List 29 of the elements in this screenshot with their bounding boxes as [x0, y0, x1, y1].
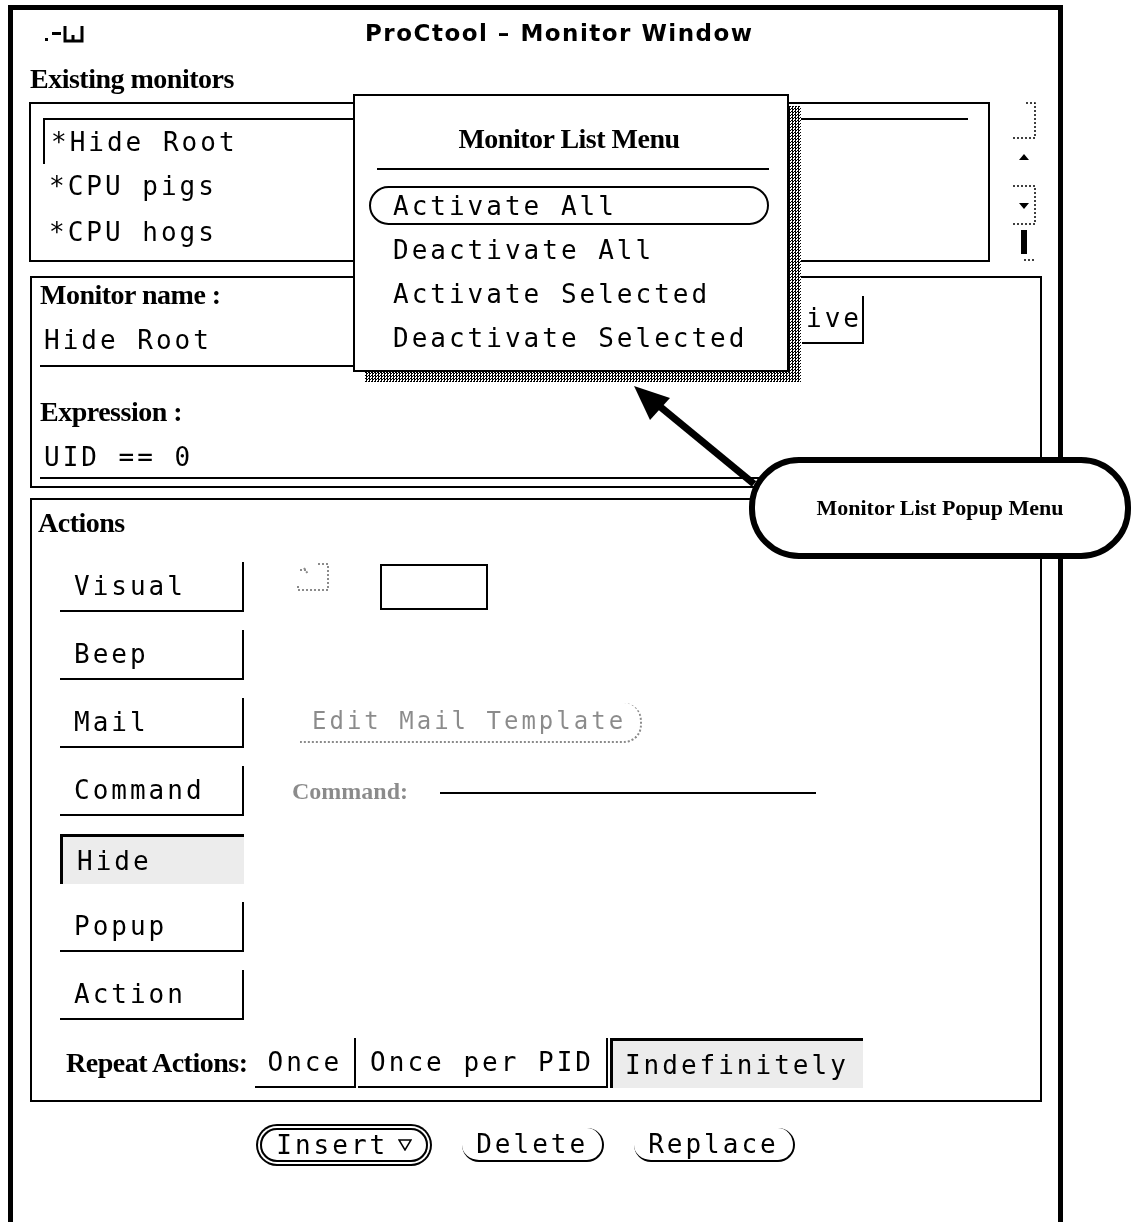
value-field[interactable]	[380, 564, 488, 610]
monitor-list-item[interactable]: *CPU pigs	[43, 164, 217, 210]
field-label: Repeat Actions:	[66, 1047, 248, 1079]
menu-item[interactable]: Deactivate All	[369, 230, 769, 269]
action-toggle[interactable]: Action	[60, 970, 244, 1020]
field-label: Monitor name :	[40, 278, 221, 312]
menu-item[interactable]: Activate All	[369, 186, 769, 225]
menu-item[interactable]: Activate Selected	[369, 274, 769, 313]
repeat-option[interactable]: Once per PID	[358, 1038, 608, 1088]
callout: Monitor List Popup Menu	[749, 457, 1131, 559]
scrollbar-icon[interactable]	[1012, 102, 1036, 264]
monitor-list-item[interactable]: *CPU hogs	[43, 210, 217, 256]
menu-mark-icon	[398, 1139, 413, 1151]
window-title: ProCtool – Monitor Window	[365, 20, 754, 46]
action-toggle[interactable]: Command	[60, 766, 244, 816]
action-toggle[interactable]: Popup	[60, 902, 244, 952]
command-button[interactable]: Delete	[462, 1128, 605, 1162]
repeat-option[interactable]: Once	[255, 1038, 357, 1088]
repeat-option[interactable]: Indefinitely	[609, 1038, 863, 1088]
menu-title: Monitor List Menu	[457, 122, 681, 156]
action-toggle[interactable]: Visual	[60, 562, 244, 612]
section-label: Actions	[38, 506, 125, 540]
action-toggle[interactable]: Mail	[60, 698, 244, 748]
section-label: Existing monitors	[30, 62, 234, 96]
action-toggle[interactable]: Beep	[60, 630, 244, 680]
action-toggle[interactable]: Hide	[60, 834, 244, 884]
command-button[interactable]: Replace	[634, 1128, 795, 1162]
field-label: Command:	[292, 777, 408, 805]
field-label: Expression :	[40, 395, 183, 429]
